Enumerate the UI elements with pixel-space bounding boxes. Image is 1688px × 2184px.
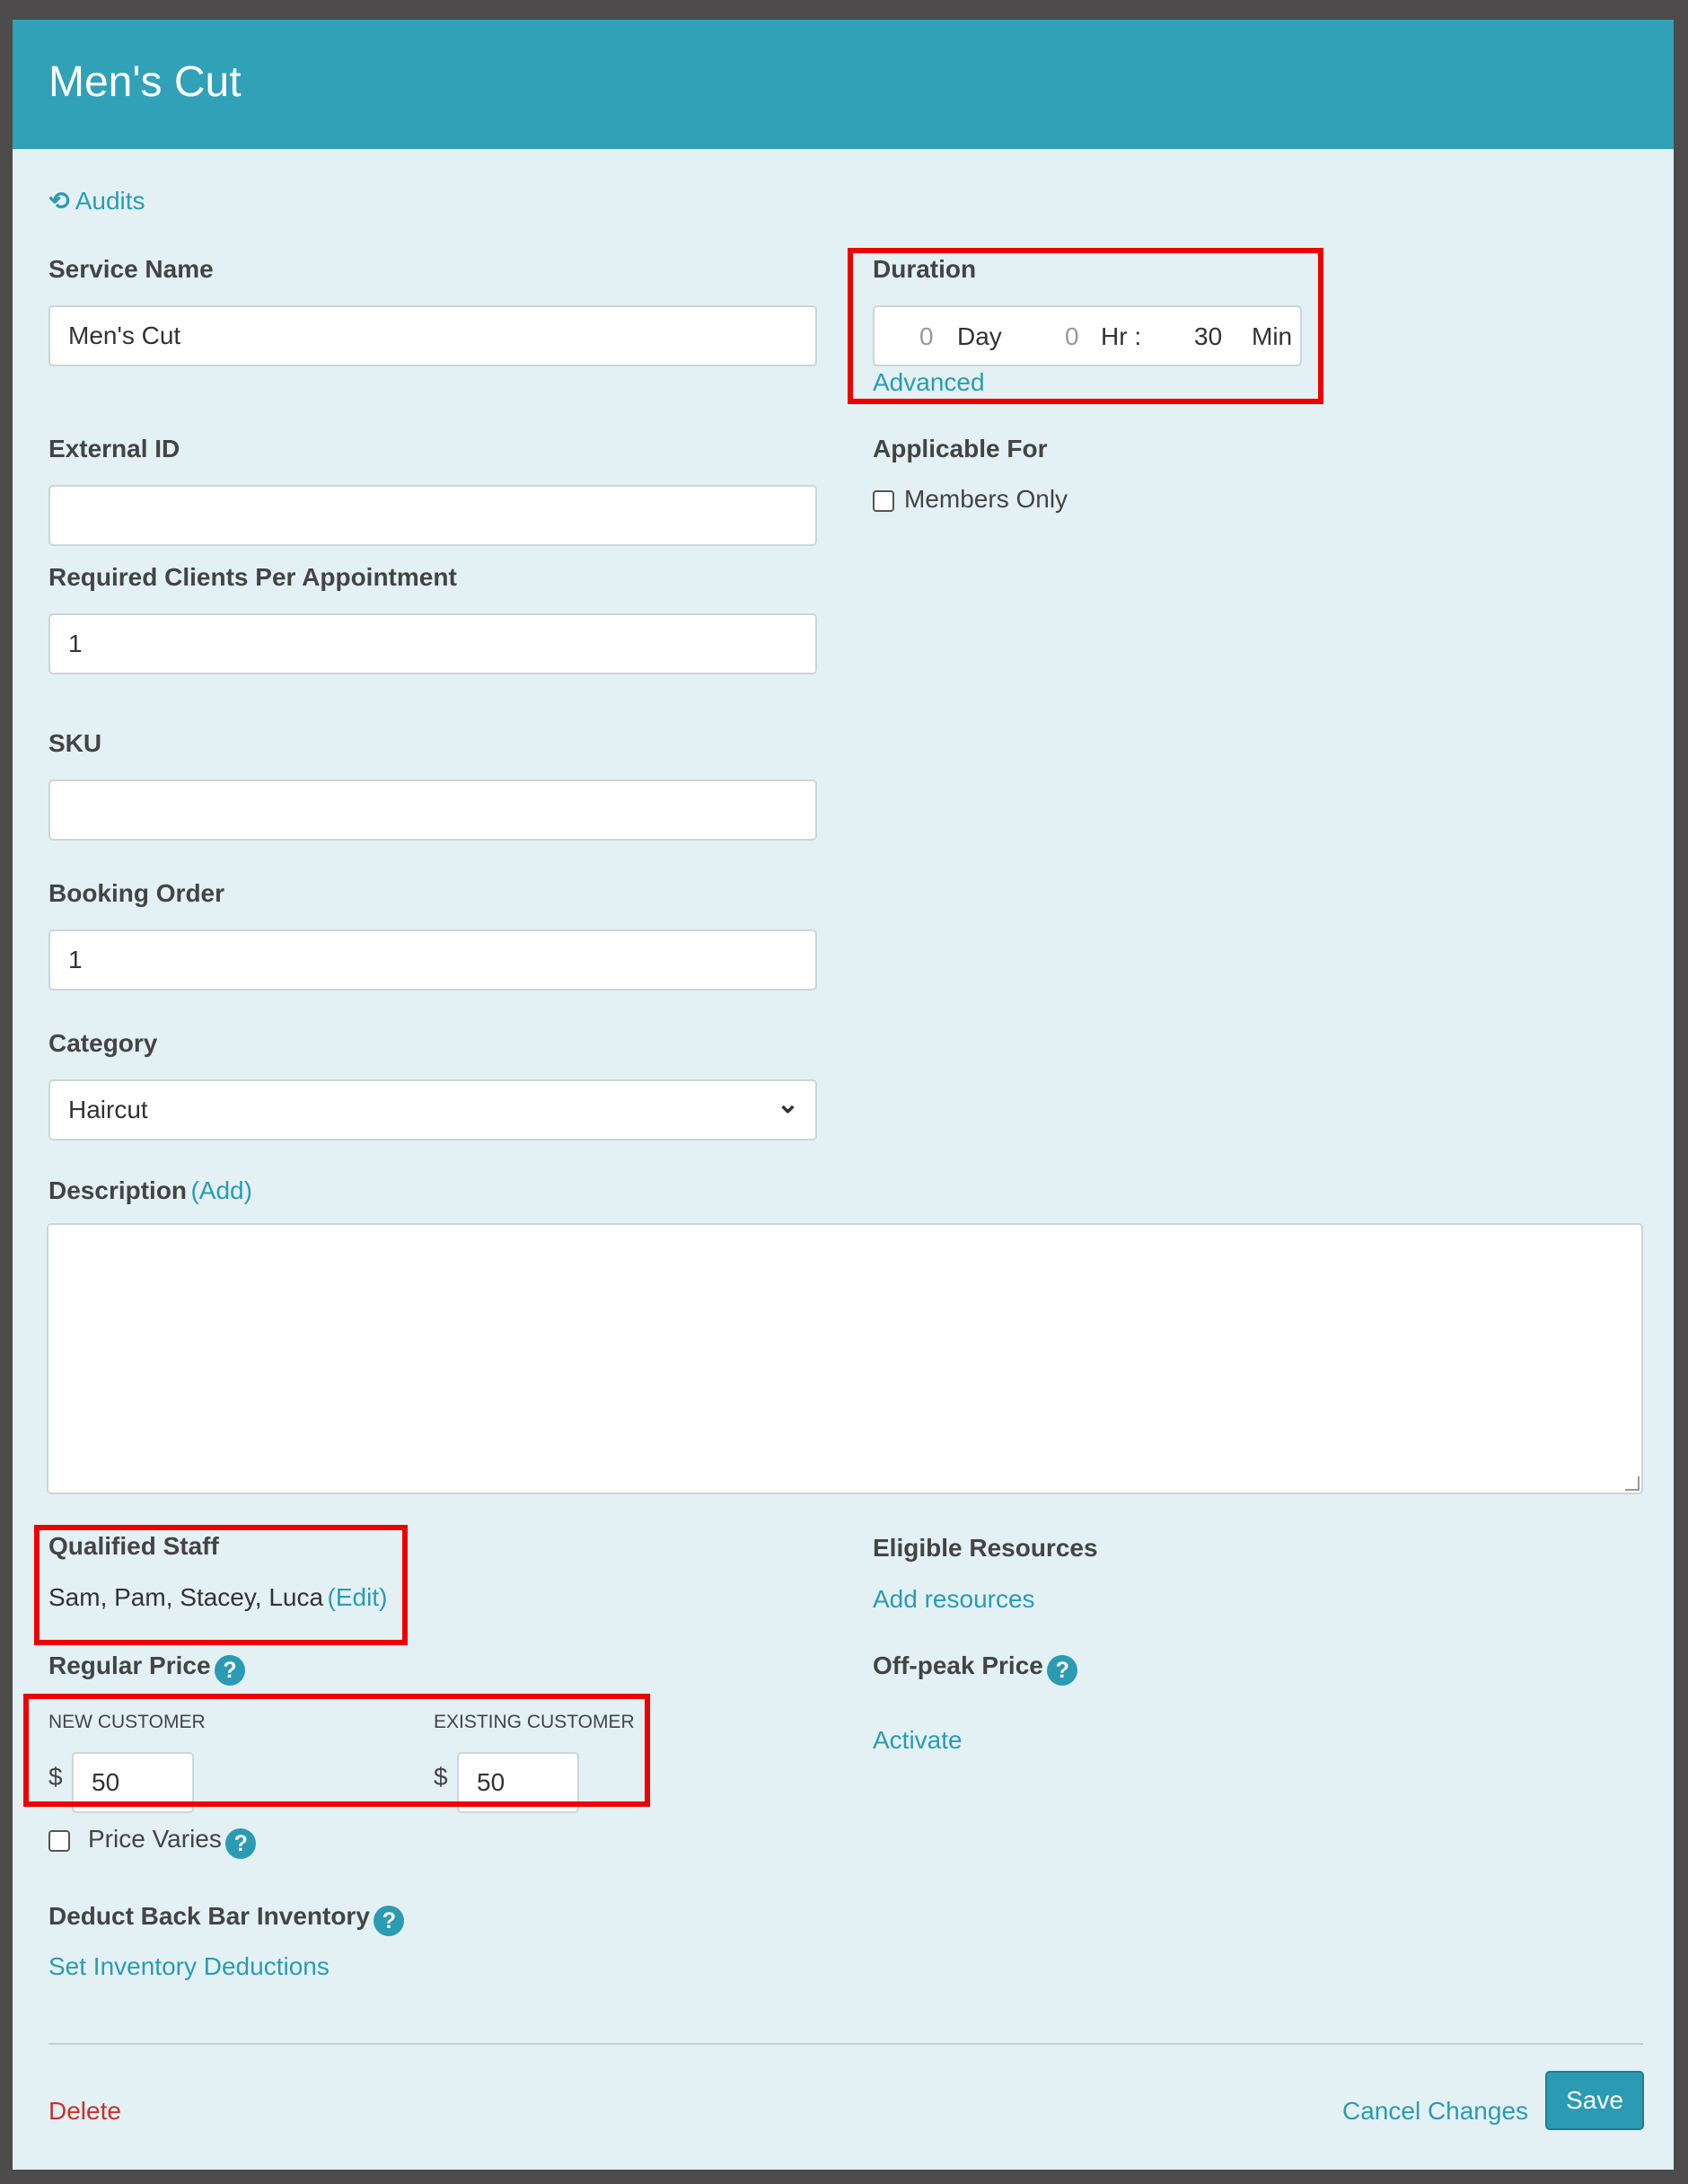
duration-highlight	[848, 248, 1323, 404]
footer-divider	[48, 2043, 1643, 2045]
service-edit-modal: Men's Cut ⟲ Audits Service Name Men's Cu…	[13, 20, 1674, 2170]
chevron-down-icon: ⌄	[776, 1089, 799, 1119]
page-title: Men's Cut	[48, 58, 242, 106]
description-add-link[interactable]: (Add)	[190, 1176, 251, 1204]
category-label: Category	[48, 1029, 158, 1057]
members-only-checkbox[interactable]	[873, 490, 894, 512]
resize-handle-icon[interactable]	[1625, 1476, 1640, 1491]
sku-input[interactable]	[48, 779, 817, 841]
audits-label: Audits	[75, 187, 145, 215]
back-bar-header: Deduct Back Bar Inventory ?	[48, 1902, 405, 1936]
price-varies-checkbox[interactable]	[48, 1830, 70, 1852]
cancel-changes-link[interactable]: Cancel Changes	[1342, 2097, 1528, 2126]
members-only-label: Members Only	[904, 485, 1068, 513]
service-name-input[interactable]: Men's Cut	[48, 305, 817, 366]
price-varies-label: Price Varies	[88, 1825, 222, 1853]
set-inventory-deductions-link[interactable]: Set Inventory Deductions	[48, 1952, 330, 1981]
price-varies-row: Price Varies ?	[88, 1825, 257, 1859]
description-textarea[interactable]	[47, 1223, 1643, 1494]
description-header: Description (Add)	[48, 1176, 252, 1205]
required-clients-label: Required Clients Per Appointment	[48, 563, 457, 591]
help-icon[interactable]: ?	[225, 1827, 257, 1859]
required-clients-input[interactable]: 1	[48, 613, 817, 674]
save-button[interactable]: Save	[1545, 2071, 1644, 2130]
offpeak-activate-link[interactable]: Activate	[873, 1726, 963, 1755]
offpeak-price-label: Off-peak Price	[873, 1651, 1043, 1679]
sku-label: SKU	[48, 729, 102, 757]
external-id-label: External ID	[48, 435, 180, 462]
regular-price-header: Regular Price ?	[48, 1651, 245, 1686]
add-resources-link[interactable]: Add resources	[873, 1585, 1035, 1614]
booking-order-label: Booking Order	[48, 879, 225, 907]
description-label: Description	[48, 1176, 188, 1204]
booking-order-input[interactable]: 1	[48, 929, 817, 991]
back-bar-label: Deduct Back Bar Inventory	[48, 1902, 370, 1930]
audits-link[interactable]: ⟲ Audits	[48, 186, 145, 216]
external-id-input[interactable]	[48, 485, 817, 546]
modal-header: Men's Cut	[13, 20, 1674, 149]
service-name-label: Service Name	[48, 255, 214, 283]
help-icon[interactable]: ?	[1047, 1654, 1078, 1686]
applicable-for-label: Applicable For	[873, 435, 1048, 462]
history-icon: ⟲	[48, 187, 70, 215]
help-icon[interactable]: ?	[374, 1905, 405, 1936]
category-selected-value: Haircut	[68, 1096, 148, 1123]
delete-link[interactable]: Delete	[48, 2097, 121, 2126]
category-select[interactable]: Haircut ⌄	[48, 1079, 817, 1140]
regular-price-label: Regular Price	[48, 1651, 211, 1679]
offpeak-price-header: Off-peak Price ?	[873, 1651, 1078, 1686]
regular-price-highlight	[23, 1694, 650, 1807]
qualified-staff-highlight	[34, 1525, 408, 1645]
help-icon[interactable]: ?	[214, 1654, 245, 1686]
eligible-resources-label: Eligible Resources	[873, 1534, 1098, 1562]
